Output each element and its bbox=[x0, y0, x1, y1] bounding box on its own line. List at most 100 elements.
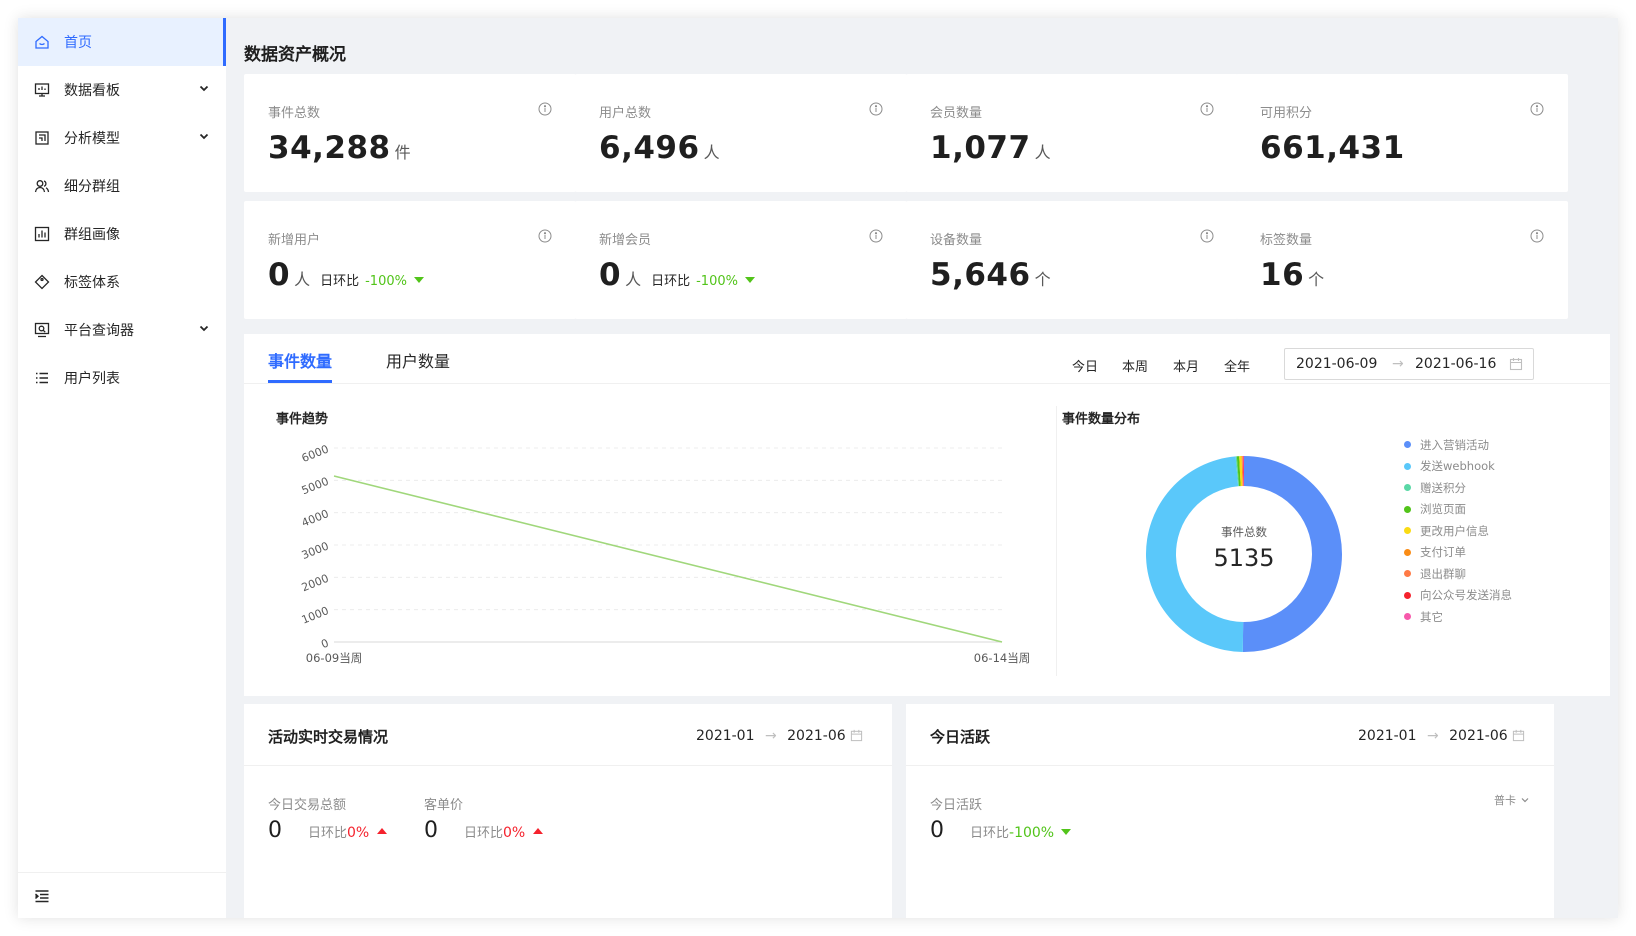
donut-center-label: 事件总数 bbox=[1221, 525, 1267, 539]
info-icon[interactable] bbox=[1200, 229, 1214, 243]
compare-label: 日环比 bbox=[970, 826, 1010, 841]
period-today[interactable]: 今日 bbox=[1072, 356, 1098, 375]
sidebar-item-home[interactable]: 首页 bbox=[18, 18, 226, 66]
legend-item[interactable]: 进入营销活动 bbox=[1404, 434, 1512, 456]
chevron-down-icon bbox=[1521, 798, 1529, 803]
legend-item[interactable]: 更改用户信息 bbox=[1404, 520, 1512, 542]
sidebar: 首页 数据看板 分析模型 细分群组 群组画像 标签体系 平台查询器 用户列表 bbox=[18, 18, 226, 918]
date-start[interactable]: 2021-06-09 bbox=[1296, 356, 1377, 372]
legend-dot bbox=[1404, 527, 1411, 535]
info-icon[interactable] bbox=[869, 229, 883, 243]
metric-label: 今日活跃 bbox=[930, 798, 983, 813]
period-this-month[interactable]: 本月 bbox=[1173, 356, 1199, 375]
y-tick-label: 3000 bbox=[300, 539, 331, 562]
series-line[interactable] bbox=[333, 475, 1003, 643]
today-active-card: 今日活跃 2021-01 → 2021-06 今日活跃 0 日环比 -100% … bbox=[906, 704, 1554, 918]
metric-label: 今日交易总额 bbox=[268, 798, 347, 813]
compare-value: -100% bbox=[1009, 825, 1055, 841]
legend-dot bbox=[1404, 570, 1411, 578]
line-chart-title: 事件趋势 bbox=[276, 412, 329, 427]
sidebar-item-dashboard[interactable]: 数据看板 bbox=[18, 66, 226, 114]
info-icon[interactable] bbox=[1530, 229, 1544, 243]
legend-item[interactable]: 其它 bbox=[1404, 606, 1512, 628]
month-range-picker[interactable]: 2021-01 → 2021-06 bbox=[696, 728, 863, 744]
compare-value: 0% bbox=[347, 825, 370, 841]
tag-icon bbox=[34, 274, 50, 290]
y-tick-label: 0 bbox=[319, 636, 330, 651]
sidebar-item-user-list[interactable]: 用户列表 bbox=[18, 354, 226, 402]
legend-dot bbox=[1404, 484, 1411, 492]
stat-value: 34,288 bbox=[268, 130, 391, 166]
activity-transaction-card: 活动实时交易情况 2021-01 → 2021-06 今日交易总额 0 日环比 … bbox=[244, 704, 892, 918]
legend-dot bbox=[1404, 548, 1411, 556]
legend-item[interactable]: 浏览页面 bbox=[1404, 499, 1512, 521]
range-arrow: → bbox=[1426, 728, 1439, 744]
range-arrow: → bbox=[1392, 356, 1404, 372]
metric-value: 0 bbox=[424, 818, 438, 843]
metric-label: 客单价 bbox=[424, 798, 464, 813]
card-type-select[interactable]: 普卡 bbox=[1494, 792, 1530, 808]
y-tick-label: 4000 bbox=[300, 507, 331, 530]
sidebar-item-platform-query[interactable]: 平台查询器 bbox=[18, 306, 226, 354]
legend-label: 赠送积分 bbox=[1420, 480, 1466, 495]
trend-up-icon bbox=[377, 828, 388, 834]
info-icon[interactable] bbox=[1200, 102, 1214, 116]
legend-item[interactable]: 向公众号发送消息 bbox=[1404, 585, 1512, 607]
stat-value: 0 bbox=[599, 257, 622, 293]
range-start[interactable]: 2021-01 bbox=[696, 728, 755, 744]
info-icon[interactable] bbox=[869, 102, 883, 116]
range-end[interactable]: 2021-06 bbox=[1449, 728, 1508, 744]
legend-item[interactable]: 退出群聊 bbox=[1404, 563, 1512, 585]
sidebar-item-group-portrait[interactable]: 群组画像 bbox=[18, 210, 226, 258]
app-window: 首页 数据看板 分析模型 细分群组 群组画像 标签体系 平台查询器 用户列表 数… bbox=[18, 18, 1618, 918]
legend-label: 支付订单 bbox=[1420, 545, 1466, 560]
range-end[interactable]: 2021-06 bbox=[787, 728, 846, 744]
sidebar-item-label: 标签体系 bbox=[64, 275, 120, 291]
info-icon[interactable] bbox=[538, 229, 552, 243]
home-icon bbox=[34, 34, 50, 50]
stat-unit: 人 bbox=[1034, 143, 1051, 162]
date-range-picker[interactable]: 2021-06-09 → 2021-06-16 bbox=[1284, 348, 1534, 380]
period-this-week[interactable]: 本周 bbox=[1122, 356, 1148, 375]
legend-item[interactable]: 赠送积分 bbox=[1404, 477, 1512, 499]
stat-card-device-count: 设备数量 5,646 个 bbox=[906, 201, 1238, 319]
donut-chart-title: 事件数量分布 bbox=[1062, 412, 1141, 427]
legend-dot bbox=[1404, 505, 1411, 513]
date-end[interactable]: 2021-06-16 bbox=[1415, 356, 1496, 372]
stat-value: 6,496 bbox=[599, 130, 700, 166]
chevron-down-icon[interactable] bbox=[198, 322, 210, 334]
info-icon[interactable] bbox=[1530, 102, 1544, 116]
stat-unit: 人 bbox=[703, 143, 720, 162]
tab-event-count[interactable]: 事件数量 bbox=[268, 348, 332, 372]
sidebar-item-tag-system[interactable]: 标签体系 bbox=[18, 258, 226, 306]
range-start[interactable]: 2021-01 bbox=[1358, 728, 1417, 744]
stat-value: 5,646 bbox=[930, 257, 1031, 293]
tab-user-count[interactable]: 用户数量 bbox=[386, 348, 450, 372]
legend-dot bbox=[1404, 613, 1411, 621]
calendar-icon bbox=[850, 729, 863, 742]
select-value: 普卡 bbox=[1494, 794, 1516, 807]
stat-value: 0 bbox=[268, 257, 291, 293]
compare-label: 日环比 bbox=[651, 274, 691, 289]
active-tab-indicator bbox=[268, 380, 332, 383]
compare-label: 日环比 bbox=[320, 274, 360, 289]
legend-item[interactable]: 支付订单 bbox=[1404, 542, 1512, 564]
trend-down-icon bbox=[1061, 829, 1072, 835]
month-range-picker[interactable]: 2021-01 → 2021-06 bbox=[1358, 728, 1525, 744]
legend-item[interactable]: 发送webhook bbox=[1404, 456, 1512, 478]
sidebar-item-label: 群组画像 bbox=[64, 227, 120, 243]
period-full-year[interactable]: 全年 bbox=[1224, 356, 1250, 375]
x-tick-label: 06-09当周 bbox=[306, 651, 362, 665]
chart-tabbar: 事件数量 用户数量 今日 本周 本月 全年 2021-06-09 → 2021-… bbox=[244, 334, 1610, 384]
menu-collapse-icon[interactable] bbox=[34, 888, 50, 904]
info-icon[interactable] bbox=[538, 102, 552, 116]
stat-label: 标签数量 bbox=[1260, 233, 1313, 248]
y-tick-label: 1000 bbox=[300, 604, 331, 627]
sidebar-item-user-group[interactable]: 细分群组 bbox=[18, 162, 226, 210]
chevron-down-icon[interactable] bbox=[198, 130, 210, 142]
chevron-down-icon[interactable] bbox=[198, 82, 210, 94]
trend-up-icon bbox=[533, 828, 544, 834]
stat-label: 设备数量 bbox=[930, 233, 983, 248]
stat-unit: 个 bbox=[1034, 270, 1051, 289]
sidebar-item-analysis-model[interactable]: 分析模型 bbox=[18, 114, 226, 162]
